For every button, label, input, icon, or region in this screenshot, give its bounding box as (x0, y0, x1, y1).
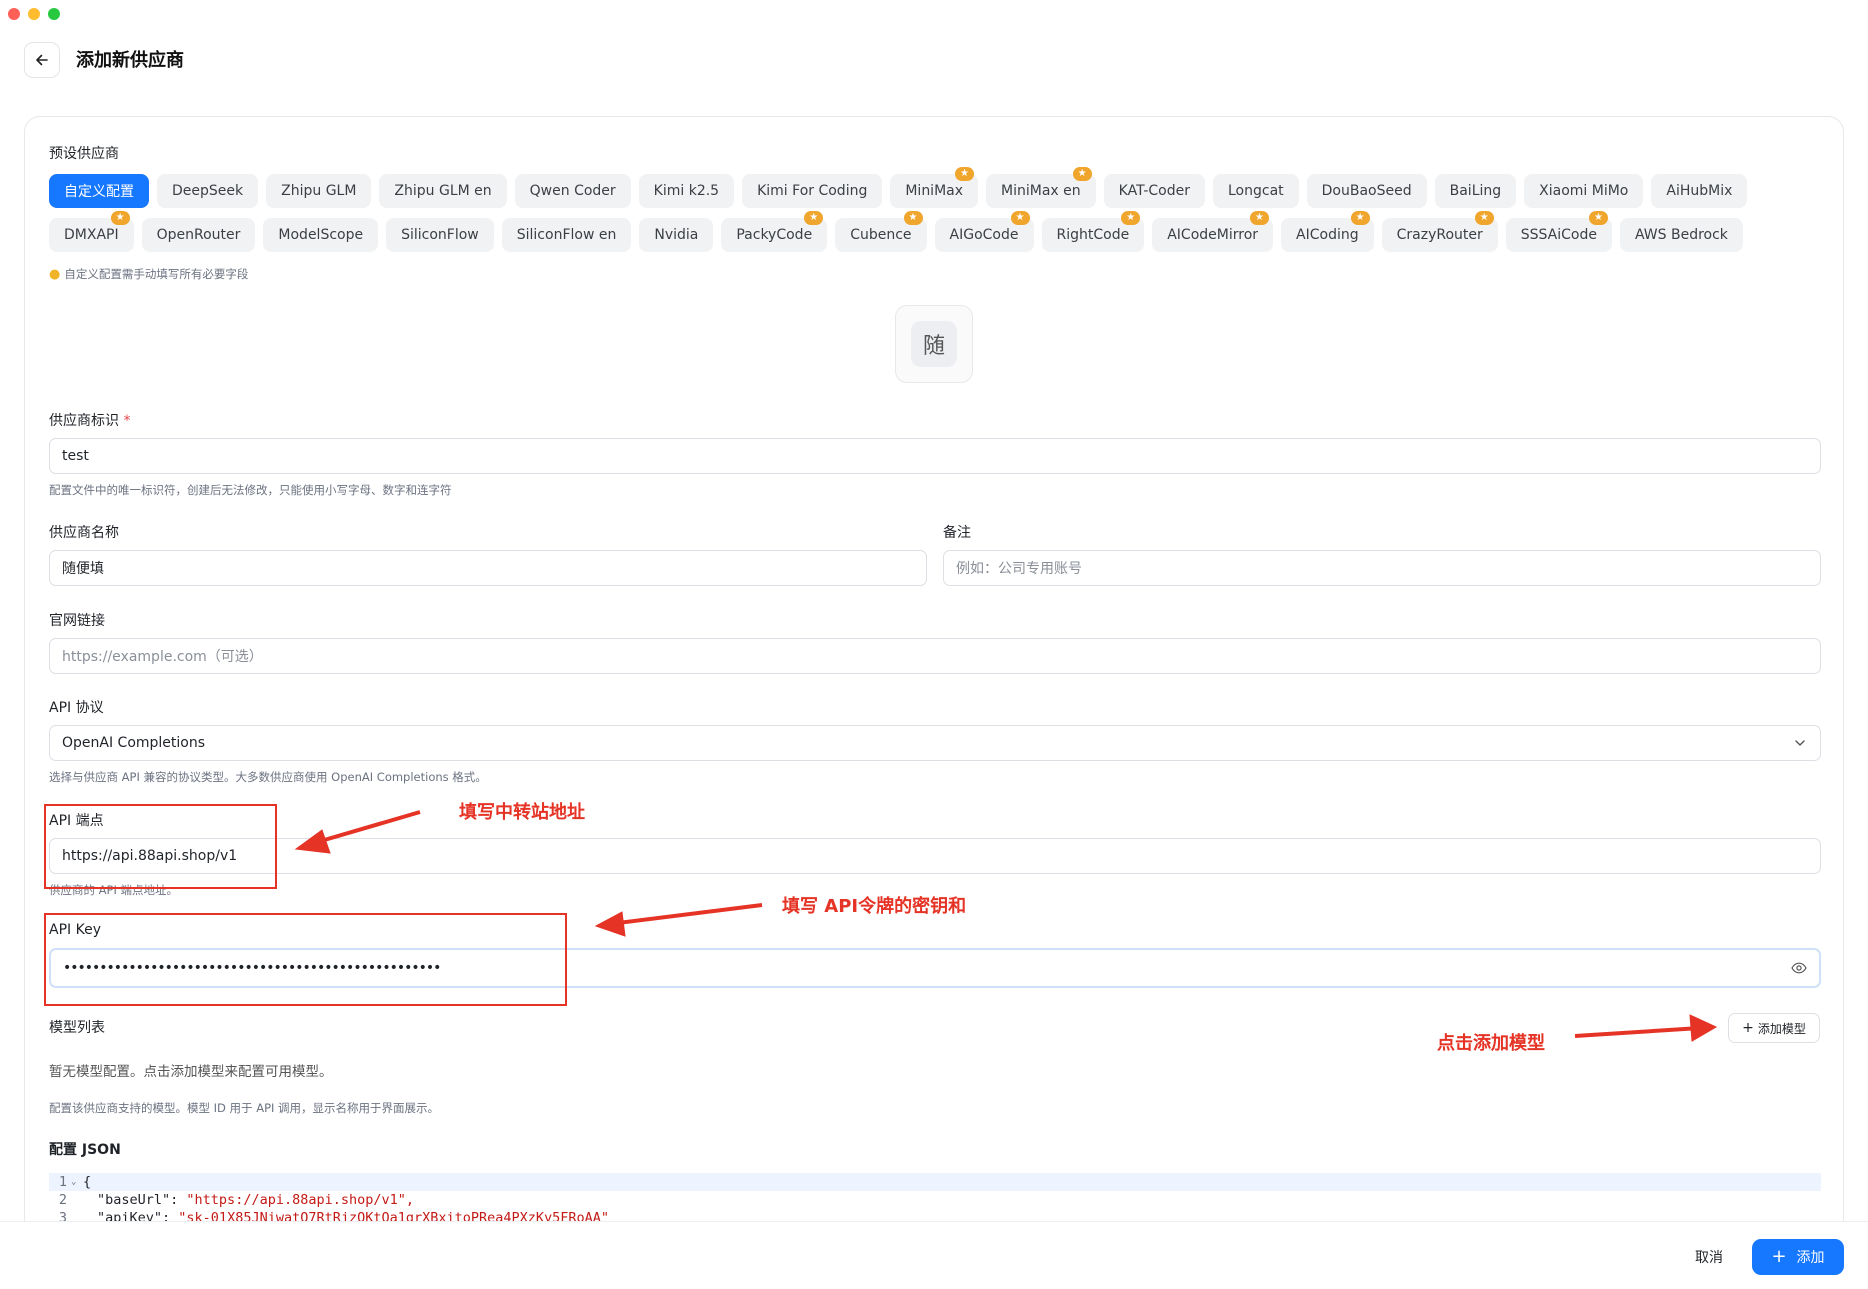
footer-bar: 取消 + 添加 (0, 1221, 1868, 1289)
plus-icon: + (1771, 1246, 1787, 1267)
add-provider-button[interactable]: + 添加 (1752, 1239, 1844, 1275)
annotation-arrows (294, 810, 1718, 1042)
cancel-button[interactable]: 取消 (1684, 1240, 1734, 1274)
arrow-head-add-model (1689, 1014, 1718, 1042)
annotation-add-model: 点击添加模型 (1437, 1033, 1545, 1054)
annotation-endpoint: 填写中转站地址 (459, 802, 585, 823)
arrow-head-endpoint (294, 829, 331, 854)
annotation-apikey: 填写 API令牌的密钥和 (782, 896, 967, 917)
arrow-head-apikey (594, 911, 626, 937)
add-provider-label: 添加 (1796, 1250, 1825, 1266)
